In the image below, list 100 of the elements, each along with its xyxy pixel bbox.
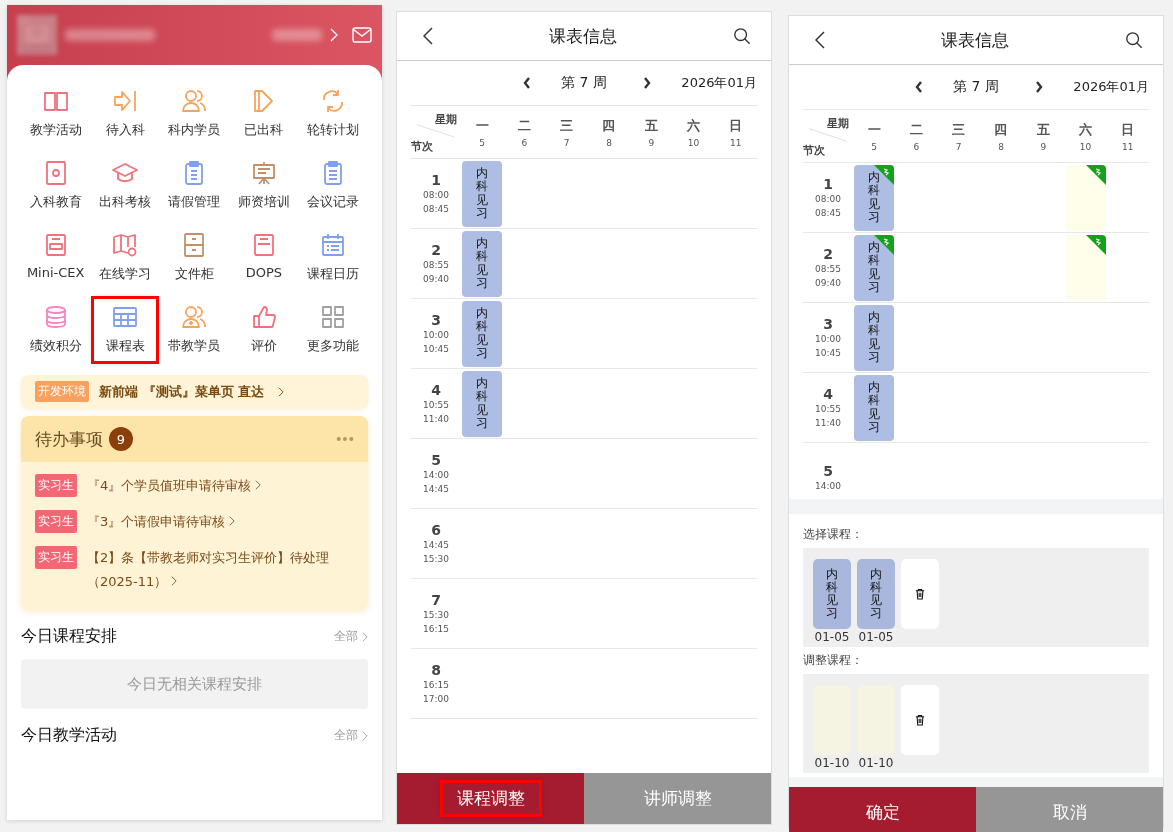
course-block[interactable]: 内科见习 [462, 300, 503, 367]
menu-item[interactable]: 绩效积分 [24, 299, 87, 361]
weekday-label: 三 [952, 120, 966, 139]
start-time: 16:15 [423, 678, 449, 692]
date-label: 01-10 [858, 756, 894, 770]
menu-item[interactable]: 请假管理 [163, 155, 226, 217]
primary-button[interactable]: 课程调整 [397, 773, 584, 824]
back-icon[interactable] [423, 27, 433, 45]
menu-item[interactable]: Mini-CEX [24, 227, 87, 289]
menu-label: 更多功能 [307, 337, 360, 355]
weekday-label: 二 [909, 120, 923, 139]
menu-item[interactable]: 待入科 [94, 83, 157, 145]
previous-week-icon[interactable] [915, 81, 923, 93]
chevron-right-icon[interactable] [330, 28, 338, 42]
course-block[interactable]: 内科见习 [854, 234, 895, 301]
search-icon[interactable] [733, 27, 751, 45]
course-chip[interactable]: 内科见习 [857, 559, 895, 629]
menu-item[interactable]: 师资培训 [232, 155, 295, 217]
diagonal-line [417, 124, 455, 138]
todo-link[interactable]: 『3』个请假申请待审核 [87, 510, 236, 534]
course-block[interactable]: 内科见习 [462, 160, 503, 227]
date-label: 5 [479, 137, 485, 148]
start-time: 14:45 [423, 538, 449, 552]
menu-label: 科内学员 [168, 121, 221, 139]
week-label: 第 7 周 [953, 78, 999, 96]
week-label: 第 7 周 [561, 74, 607, 92]
menu-item[interactable]: 科内学员 [163, 83, 226, 145]
primary-button[interactable]: 确定 [789, 787, 976, 832]
chevron-right-icon [171, 576, 178, 586]
menu-item[interactable]: 文件柜 [163, 227, 226, 289]
course-block[interactable]: 内科见习 [462, 370, 503, 437]
course-block[interactable]: 内科见习 [854, 304, 895, 371]
course-block[interactable]: 内科见习 [462, 230, 503, 297]
weekday-label: 二 [517, 116, 531, 135]
menu-label: 出科考核 [99, 193, 152, 211]
weekday-label: 四 [994, 120, 1008, 139]
menu-item[interactable]: 出科考核 [94, 155, 157, 217]
date-label: 8 [606, 137, 612, 148]
empty-state: 今日无相关课程安排 [21, 659, 368, 709]
end-time: 11:40 [423, 412, 449, 426]
todo-link[interactable]: 『4』个学员值班申请待审核 [87, 474, 262, 498]
menu-label: 课程表 [105, 337, 145, 355]
course-chip[interactable]: 内科见习 [813, 559, 851, 629]
search-icon[interactable] [1125, 31, 1143, 49]
weekday-label: 五 [644, 116, 658, 135]
delete-button[interactable] [901, 685, 939, 755]
menu-label: 课程日历 [307, 265, 360, 283]
menu-label: 入科教育 [29, 193, 82, 211]
date-label: 01-05 [814, 630, 850, 644]
mail-icon[interactable] [352, 27, 372, 43]
blurred-role [272, 29, 322, 41]
menu-item[interactable]: 评价 [232, 299, 295, 361]
period-number: 5 [823, 462, 833, 479]
previous-week-icon[interactable] [523, 77, 531, 89]
end-time: 08:45 [423, 202, 449, 216]
more-icon[interactable] [336, 436, 354, 442]
count-badge: 9 [109, 427, 133, 451]
dev-banner[interactable]: 开发环境 新前端 『测试』菜单页 直达 [21, 375, 368, 408]
month-label: 2026年01月 [1073, 78, 1149, 96]
next-week-icon[interactable] [1034, 81, 1043, 93]
menu-label: 教学活动 [29, 121, 82, 139]
date-label: 10 [687, 137, 700, 148]
section-title: 今日教学活动 [21, 725, 117, 746]
menu-label: 在线学习 [99, 265, 152, 283]
target-slot[interactable] [1065, 234, 1106, 301]
back-icon[interactable] [815, 31, 825, 49]
todo-link[interactable]: 【2】条【带教老师对实习生评价】待处理（2025-11） [87, 546, 354, 594]
period-number: 2 [431, 241, 441, 258]
menu-item[interactable]: 更多功能 [302, 299, 365, 361]
menu-label: 会议记录 [307, 193, 360, 211]
menu-item[interactable]: 课程日历 [302, 227, 365, 289]
menu-item[interactable]: 带教学员 [163, 299, 226, 361]
page-title: 课表信息 [549, 24, 617, 48]
menu-label: 轮转计划 [307, 121, 360, 139]
next-week-icon[interactable] [642, 77, 651, 89]
period-number: 2 [823, 245, 833, 262]
start-time: 14:00 [423, 468, 449, 482]
course-block[interactable]: 内科见习 [854, 164, 895, 231]
menu-item[interactable]: 在线学习 [94, 227, 157, 289]
weekday-axis-label: 星期 [435, 112, 457, 127]
start-time: 10:00 [423, 328, 449, 342]
menu-item[interactable]: 已出科 [232, 83, 295, 145]
menu-item[interactable]: 会议记录 [302, 155, 365, 217]
delete-button[interactable] [901, 559, 939, 629]
weekday-label: 五 [1036, 120, 1050, 139]
course-block[interactable]: 内科见习 [854, 374, 895, 441]
period-number: 3 [431, 311, 441, 328]
menu-item[interactable]: 轮转计划 [302, 83, 365, 145]
target-slot[interactable] [1065, 164, 1106, 231]
date-label: 6 [521, 137, 528, 148]
trash-icon [915, 714, 925, 726]
menu-item[interactable]: 课程表 [94, 299, 157, 361]
period-number: 4 [431, 381, 441, 398]
menu-item[interactable]: 教学活动 [24, 83, 87, 145]
date-label: 10 [1079, 141, 1092, 152]
date-label: 6 [913, 141, 920, 152]
date-label: 11 [730, 137, 742, 148]
menu-item[interactable]: DOPS [232, 227, 295, 289]
menu-item[interactable]: 入科教育 [24, 155, 87, 217]
weekday-label: 日 [729, 116, 743, 135]
